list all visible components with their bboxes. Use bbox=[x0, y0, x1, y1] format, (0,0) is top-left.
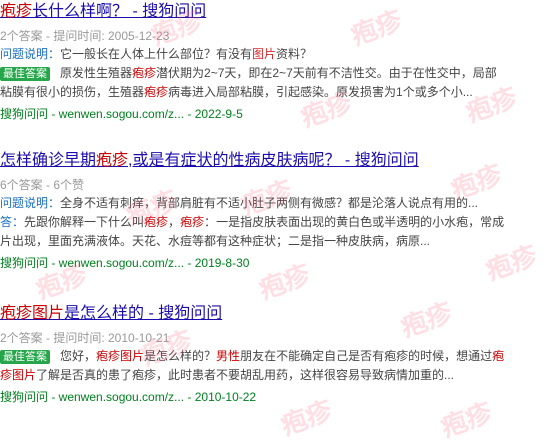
question-label: 问题说明： bbox=[0, 47, 61, 61]
question-text: 它一般长在人体上什么部位？有没有 bbox=[60, 47, 253, 61]
result-source-url[interactable]: 搜狗问问 - wenwen.sogou.com/z... - 2010-10-2… bbox=[0, 388, 550, 407]
question-highlight: 图片 bbox=[252, 47, 277, 61]
answer-highlight: 疱疹 bbox=[144, 85, 169, 99]
question-text: 全身不适有刺痒，背部肩脏有不适小肚子两侧有微感？都是沦落人说点有用的... bbox=[60, 196, 479, 210]
answer-highlight: 疱疹 bbox=[180, 215, 205, 229]
result-title-link[interactable]: 怎样确诊早期疱疹,或是有症状的性病皮肤病呢？ - 搜狗问问 bbox=[0, 149, 419, 173]
answer-snippet-line1: 最佳答案 您好，疱疹图片是怎么样的？男性朋友在不能确定自己是否有疱疹的时候，想通过… bbox=[0, 347, 550, 366]
answer-text: ， bbox=[168, 215, 181, 229]
question-description: 问题说明：它一般长在人体上什么部位？有没有图片资料？ bbox=[0, 45, 550, 64]
answer-text: 朋友在不能确定自己是否有疱疹的时候，想通过 bbox=[240, 349, 493, 363]
question-description: 问题说明：全身不适有刺痒，背部肩脏有不适小肚子两侧有微感？都是沦落人说点有用的.… bbox=[0, 194, 550, 213]
answer-snippet-line1: 答：先跟你解释一下什么叫疱疹，疱疹：一是指皮肤表面出现的黄白色或半透明的小水疱，… bbox=[0, 213, 550, 232]
answer-snippet-line2: 粘膜有很小的损伤，生殖器疱疹病毒进入局部粘膜，引起感染。原发损害为1个或多个小.… bbox=[0, 83, 550, 102]
answer-snippet-line1: 最佳答案 原发性生殖器疱疹潜伏期为2~7天，即在2~7天前有不洁性交。由于在性交中… bbox=[0, 64, 550, 83]
question-label: 问题说明： bbox=[0, 196, 61, 210]
result-item: 疱疹长什么样啊？ - 搜狗问问 2个答案 - 提问时间: 2005-12-23 … bbox=[0, 0, 550, 124]
result-meta: 2个答案 - 提问时间: 2005-12-23 bbox=[0, 29, 170, 43]
result-item: 怎样确诊早期疱疹,或是有症状的性病皮肤病呢？ - 搜狗问问 6个答案 - 6个赞… bbox=[0, 149, 550, 273]
answer-snippet-line2: 疹图片了解是否真的患了疱疹，此时患者不要胡乱用药，这样很容易导致病情加重的... bbox=[0, 366, 550, 385]
result-item: 疱疹图片是怎么样的 - 搜狗问问 2个答案 - 提问时间: 2010-10-21… bbox=[0, 302, 550, 407]
title-text: 是怎么样的 - 搜狗问问 bbox=[64, 305, 223, 322]
result-meta: 6个答案 - 6个赞 bbox=[0, 178, 85, 192]
answer-highlight: 男性 bbox=[216, 349, 241, 363]
answer-text: 潜伏期为2~7天，即在2~7天前有不洁性交。由于在性交中，局部 bbox=[156, 66, 497, 80]
answer-text: 您好， bbox=[60, 349, 97, 363]
answer-highlight: 疱疹 bbox=[132, 66, 157, 80]
title-highlight: 疱疹图片 bbox=[0, 305, 65, 322]
answer-text: 了解是否真的患了疱疹，此时患者不要胡乱用药，这样很容易导致病情加重的... bbox=[36, 368, 455, 382]
answer-label: 答： bbox=[0, 215, 25, 229]
title-text: 怎样确诊早期 bbox=[0, 152, 97, 169]
answer-highlight: 疱疹 bbox=[144, 215, 169, 229]
answer-text: 是怎么样的？ bbox=[144, 349, 217, 363]
result-meta: 2个答案 - 提问时间: 2010-10-21 bbox=[0, 331, 170, 345]
answer-highlight: 疱 bbox=[492, 349, 505, 363]
answer-highlight: 疱疹图片 bbox=[96, 349, 145, 363]
answer-text: 原发性生殖器 bbox=[60, 66, 133, 80]
title-highlight: 疱疹 bbox=[96, 152, 129, 169]
title-text: ,或是有症状的性病皮肤病呢？ - 搜狗问问 bbox=[128, 152, 419, 169]
best-answer-badge: 最佳答案 bbox=[0, 67, 50, 81]
answer-text: 病毒进入局部粘膜，引起感染。原发损害为1个或多个小... bbox=[168, 85, 473, 99]
title-text: 长什么样啊？ - 搜狗问问 bbox=[32, 3, 207, 20]
result-source-url[interactable]: 搜狗问问 - wenwen.sogou.com/z... - 2022-9-5 bbox=[0, 105, 550, 124]
title-highlight: 疱疹 bbox=[0, 3, 33, 20]
answer-snippet-line2: 片出现，里面充满液体。天花、水痘等都有这种症状；二是指一种皮肤病，病原... bbox=[0, 234, 431, 248]
answer-text: ：一是指皮肤表面出现的黄白色或半透明的小水疱，常成 bbox=[204, 215, 505, 229]
result-title-link[interactable]: 疱疹长什么样啊？ - 搜狗问问 bbox=[0, 0, 206, 24]
result-source-url[interactable]: 搜狗问问 - wenwen.sogou.com/z... - 2019-8-30 bbox=[0, 254, 550, 273]
question-text-end: 资料？ bbox=[276, 47, 313, 61]
answer-text: 先跟你解释一下什么叫 bbox=[24, 215, 145, 229]
result-title-link[interactable]: 疱疹图片是怎么样的 - 搜狗问问 bbox=[0, 302, 222, 326]
answer-text: 粘膜有很小的损伤，生殖器 bbox=[0, 85, 145, 99]
best-answer-badge: 最佳答案 bbox=[0, 350, 50, 364]
answer-highlight: 疹图片 bbox=[0, 368, 37, 382]
